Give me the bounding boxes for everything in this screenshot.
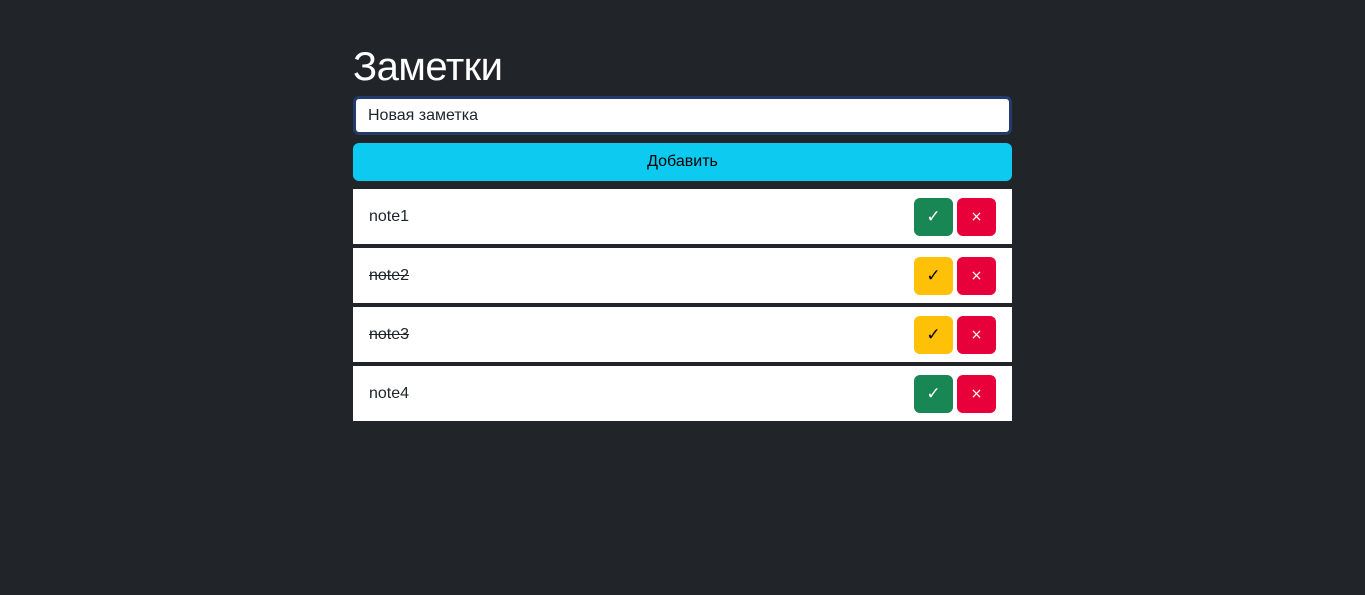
- close-icon: ×: [970, 208, 983, 225]
- close-icon: ×: [970, 267, 983, 284]
- notes-list: note1 ✓ × note2 ✓ × note3 ✓ × note4 ✓ ×: [353, 189, 1012, 421]
- note-text: note2: [369, 266, 410, 284]
- check-icon: ✓: [926, 206, 941, 227]
- delete-note-button[interactable]: ×: [957, 197, 996, 236]
- note-actions: ✓ ×: [914, 374, 996, 413]
- page-title: Заметки: [353, 45, 503, 89]
- check-icon: ✓: [926, 265, 941, 286]
- toggle-done-button[interactable]: ✓: [914, 197, 953, 236]
- note-item: note2 ✓ ×: [353, 248, 1012, 303]
- close-icon: ×: [970, 326, 983, 343]
- delete-note-button[interactable]: ×: [957, 374, 996, 413]
- note-text: note4: [369, 384, 410, 402]
- note-item: note1 ✓ ×: [353, 189, 1012, 244]
- note-item: note3 ✓ ×: [353, 307, 1012, 362]
- toggle-done-button[interactable]: ✓: [914, 315, 953, 354]
- check-icon: ✓: [926, 383, 941, 404]
- toggle-done-button[interactable]: ✓: [914, 374, 953, 413]
- notes-app: Заметки Добавить note1 ✓ × note2 ✓ ×: [353, 38, 1012, 425]
- note-actions: ✓ ×: [914, 315, 996, 354]
- note-actions: ✓ ×: [914, 197, 996, 236]
- delete-note-button[interactable]: ×: [957, 256, 996, 295]
- add-note-button[interactable]: Добавить: [353, 143, 1012, 181]
- toggle-done-button[interactable]: ✓: [914, 256, 953, 295]
- note-text: note1: [369, 207, 410, 225]
- note-text: note3: [369, 325, 410, 343]
- check-icon: ✓: [926, 324, 941, 345]
- new-note-input[interactable]: [353, 96, 1012, 135]
- close-icon: ×: [970, 385, 983, 402]
- delete-note-button[interactable]: ×: [957, 315, 996, 354]
- note-item: note4 ✓ ×: [353, 366, 1012, 421]
- note-actions: ✓ ×: [914, 256, 996, 295]
